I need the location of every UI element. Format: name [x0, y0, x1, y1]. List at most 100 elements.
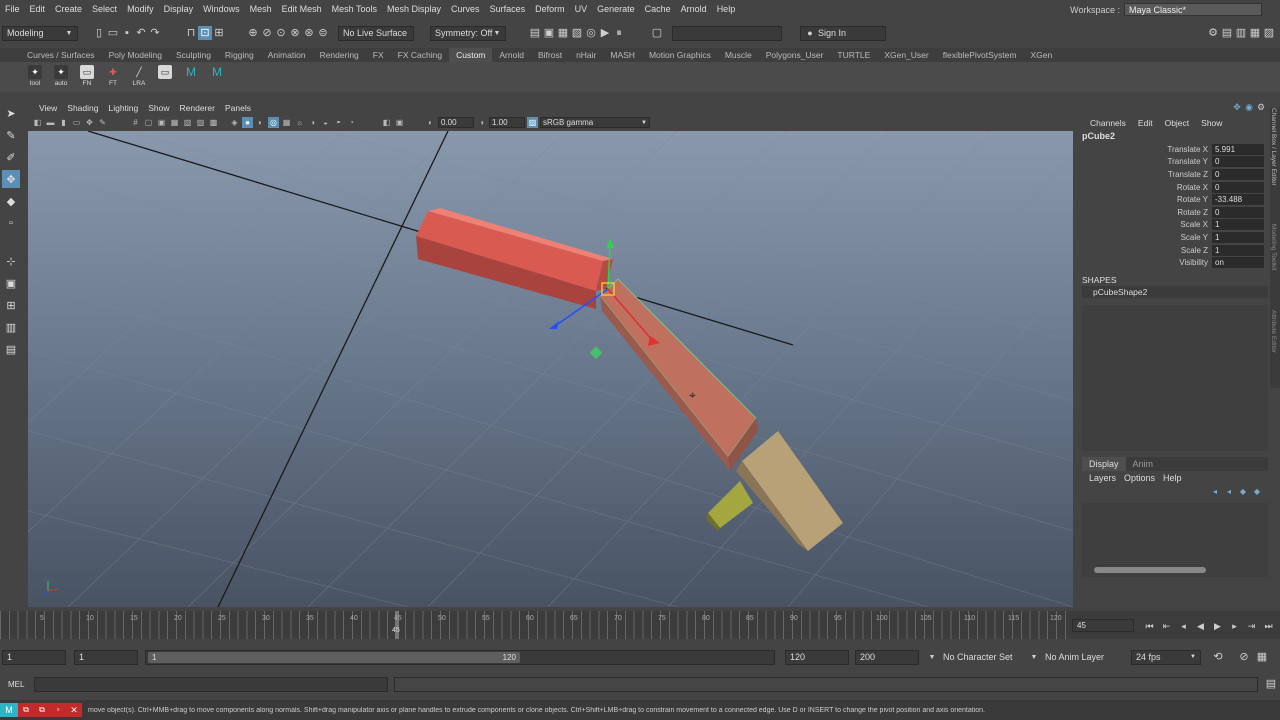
panel-menu-shading[interactable]: Shading — [62, 103, 103, 113]
render-settings-icon[interactable]: ▧ — [570, 26, 584, 40]
pause-icon[interactable]: ⏸ — [612, 26, 626, 40]
pin-icon[interactable]: ✥ — [1232, 102, 1242, 112]
step-forward-key-icon[interactable]: ⇥ — [1244, 619, 1259, 633]
step-forward-frame-icon[interactable]: ▸ — [1227, 619, 1242, 633]
menu-generate[interactable]: Generate — [592, 4, 640, 14]
shelf-tab-xgen[interactable]: XGen — [1023, 50, 1059, 60]
channel-menu-show[interactable]: Show — [1196, 118, 1227, 128]
attr-row[interactable]: Translate Y 0 — [1079, 156, 1280, 169]
single-pane-layout-icon[interactable]: ▣ — [2, 274, 20, 292]
shelf-button-auto[interactable]: ✦ auto — [48, 65, 74, 87]
grease-pencil-icon[interactable]: ✎ — [97, 117, 108, 128]
close-icon[interactable]: ✕ — [66, 703, 82, 717]
film-gate-icon[interactable]: ▢ — [143, 117, 154, 128]
menu-arnold[interactable]: Arnold — [676, 4, 712, 14]
wireframe-on-shaded-icon[interactable]: ◎ — [268, 117, 279, 128]
scene-canvas[interactable]: ⌖ — [0, 90, 1229, 608]
playback-start-field[interactable]: 1 — [74, 649, 138, 665]
new-layer-icon[interactable]: ◆ — [1238, 487, 1248, 497]
new-scene-icon[interactable]: ▯ — [92, 26, 106, 40]
playback-end-field[interactable]: 120 — [785, 649, 849, 665]
shelf-tab-fx[interactable]: FX — [366, 50, 391, 60]
go-to-start-icon[interactable]: ⏮ — [1142, 619, 1157, 633]
gamma-icon[interactable]: ◑ — [476, 117, 487, 128]
exposure-icon[interactable]: ◐ — [425, 117, 436, 128]
xray-icon[interactable]: ▣ — [394, 117, 405, 128]
manipulator-icon[interactable]: ⊹ — [2, 252, 20, 270]
layer-tab-display[interactable]: Display — [1082, 456, 1126, 471]
restore-icon[interactable]: ⧉ — [18, 703, 34, 717]
move-tool-icon[interactable]: ✥ — [2, 170, 20, 188]
channel-box-icon[interactable]: ▦ — [1248, 26, 1262, 40]
attr-row[interactable]: Scale Z 1 — [1079, 244, 1280, 257]
layer-editor-icon[interactable]: ▨ — [1262, 26, 1276, 40]
attr-row[interactable]: Scale X 1 — [1079, 219, 1280, 232]
smooth-shade-icon[interactable]: ● — [242, 117, 253, 128]
menu-uv[interactable]: UV — [570, 4, 593, 14]
render-region-icon[interactable]: ▤ — [528, 26, 542, 40]
character-set-dropdown[interactable]: No Character Set — [939, 650, 1029, 665]
lasso-tool-icon[interactable]: ✎ — [2, 126, 20, 144]
tool-settings-icon[interactable]: ▥ — [1234, 26, 1248, 40]
lock-icon[interactable]: ◉ — [1244, 102, 1254, 112]
menu-mesh[interactable]: Mesh — [245, 4, 277, 14]
layer-menu-options[interactable]: Options — [1120, 473, 1159, 483]
snap-curve-icon[interactable]: ⊘ — [260, 26, 274, 40]
outliner-layout-icon[interactable]: ▤ — [2, 340, 20, 358]
attr-value[interactable]: 0 — [1212, 181, 1264, 193]
manipulator-z-handle[interactable] — [549, 321, 559, 329]
shelf-tab-sculpting[interactable]: Sculpting — [169, 50, 218, 60]
four-pane-layout-icon[interactable]: ⊞ — [2, 296, 20, 314]
safe-action-icon[interactable]: ▨ — [195, 117, 206, 128]
snap-surface-icon[interactable]: ⊛ — [302, 26, 316, 40]
shelf-button-lra[interactable]: ╱ LRA — [126, 65, 152, 88]
color-management-icon[interactable]: ▨ — [527, 117, 538, 128]
camera-select-icon[interactable]: ◧ — [32, 117, 43, 128]
play-forward-icon[interactable]: ▶ — [1210, 619, 1225, 633]
shelf-tab-arnold[interactable]: Arnold — [492, 50, 531, 60]
shelf-button-script-1[interactable]: ▭ — [152, 65, 178, 80]
render-frame-icon[interactable]: ▣ — [542, 26, 556, 40]
wireframe-icon[interactable]: ◈ — [229, 117, 240, 128]
two-d-pan-icon[interactable]: ✥ — [84, 117, 95, 128]
layer-menu-help[interactable]: Help — [1159, 473, 1186, 483]
loop-icon[interactable]: ⟲ — [1211, 650, 1225, 664]
shadows-icon[interactable]: ◑ — [307, 117, 318, 128]
maximize-icon[interactable]: ▫ — [50, 703, 66, 717]
time-ruler[interactable]: 45 5 10 15 20 25 30 35 40 45 50 55 60 65… — [0, 611, 1066, 639]
manipulator-plane-handle[interactable] — [589, 346, 603, 360]
shelf-tab-turtle[interactable]: TURTLE — [830, 50, 877, 60]
channel-menu-channels[interactable]: Channels — [1085, 118, 1131, 128]
attr-value[interactable]: on — [1212, 257, 1264, 269]
script-editor-icon[interactable]: ▤ — [1264, 677, 1278, 691]
rotate-tool-icon[interactable]: ◆ — [2, 192, 20, 210]
shelf-tab-flexible-pivot[interactable]: flexiblePivotSystem — [936, 50, 1024, 60]
menu-set-dropdown[interactable]: Modeling ▼ — [2, 25, 78, 41]
snap-point-icon[interactable]: ⊙ — [274, 26, 288, 40]
channel-menu-object[interactable]: Object — [1160, 118, 1195, 128]
grid-icon[interactable]: # — [130, 117, 141, 128]
new-layer-selected-icon[interactable]: ◆ — [1252, 487, 1262, 497]
attr-value[interactable]: -33.488 — [1212, 194, 1264, 206]
shelf-tab-motion-graphics[interactable]: Motion Graphics — [642, 50, 718, 60]
menu-mesh-display[interactable]: Mesh Display — [382, 4, 446, 14]
save-scene-icon[interactable]: ▪ — [120, 26, 134, 40]
default-material-icon[interactable]: ◐ — [255, 117, 266, 128]
gate-mask-icon[interactable]: ▦ — [169, 117, 180, 128]
menu-display[interactable]: Display — [159, 4, 199, 14]
perspective-view[interactable]: ⌖ — [0, 90, 1229, 608]
manipulator-y-handle[interactable] — [606, 238, 614, 248]
attr-value[interactable]: 1 — [1212, 219, 1264, 231]
command-input[interactable] — [34, 676, 388, 692]
lights-icon[interactable]: ☼ — [294, 117, 305, 128]
two-pane-layout-icon[interactable]: ▥ — [2, 318, 20, 336]
minimize-window-icon[interactable]: ⧉ — [34, 703, 50, 717]
range-slider[interactable]: 1 120 — [145, 649, 775, 665]
field-chart-icon[interactable]: ▧ — [182, 117, 193, 128]
attr-row[interactable]: Rotate Y -33.488 — [1079, 193, 1280, 206]
shelf-tab-mash[interactable]: MASH — [603, 50, 642, 60]
attr-row[interactable]: Rotate Z 0 — [1079, 206, 1280, 219]
camera-attributes-icon[interactable]: ▬ — [45, 117, 56, 128]
symmetry-dropdown[interactable]: Symmetry: Off ▼ — [430, 25, 506, 41]
shelf-tab-animation[interactable]: Animation — [261, 50, 313, 60]
